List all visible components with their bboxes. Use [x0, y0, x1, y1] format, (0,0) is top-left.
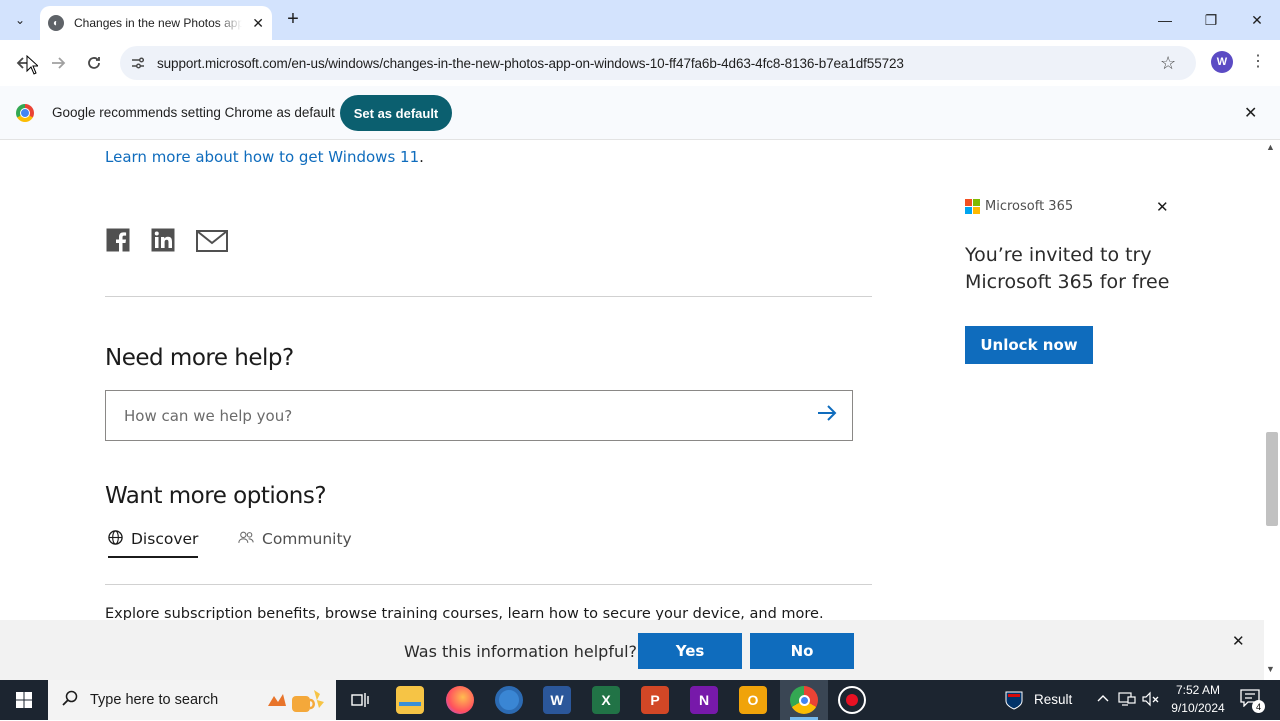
windows-start-icon[interactable]: [0, 680, 48, 720]
feedback-question: Was this information helpful?: [404, 642, 638, 661]
page-scrollbar[interactable]: [1264, 140, 1280, 680]
tab-favicon-icon: ◐: [48, 15, 64, 31]
email-icon[interactable]: [196, 230, 228, 256]
facebook-icon[interactable]: [106, 228, 130, 256]
default-browser-infobar: Google recommends setting Chrome as defa…: [0, 86, 1280, 140]
learn-more-paragraph: Learn more about how to get Windows 11.: [105, 148, 424, 166]
firefox-icon[interactable]: [446, 686, 474, 714]
infobar-close-icon[interactable]: ✕: [1244, 103, 1257, 123]
tab-discover-label: Discover: [131, 530, 199, 548]
taskbar-search-box[interactable]: Type here to search: [48, 680, 336, 720]
globe-icon: [108, 530, 123, 549]
tab-community-label: Community: [262, 530, 352, 548]
tab-title: Changes in the new Photos app: [74, 16, 242, 30]
feedback-no-button[interactable]: No: [750, 633, 854, 669]
set-as-default-button[interactable]: Set as default: [340, 95, 452, 131]
tab-community[interactable]: Community: [238, 530, 352, 549]
onenote-icon[interactable]: N: [690, 686, 718, 714]
windows-taskbar: Type here to search W X P N O Result 7:5…: [0, 680, 1280, 720]
unlock-now-button[interactable]: Unlock now: [965, 326, 1093, 364]
clock-date[interactable]: 9/10/2024: [1164, 701, 1232, 715]
nfl-shield-icon[interactable]: [1004, 690, 1024, 710]
scrollbar-thumb[interactable]: [1266, 432, 1278, 526]
tab-discover[interactable]: Discover: [108, 530, 199, 558]
browser-title-bar: ⌄ ◐ Changes in the new Photos app ✕ + — …: [0, 0, 1280, 40]
scroll-down-arrow-icon[interactable]: ▼: [1266, 664, 1275, 674]
help-search-input[interactable]: How can we help you?: [105, 390, 853, 441]
new-tab-icon[interactable]: +: [282, 8, 304, 30]
reload-icon[interactable]: [80, 49, 108, 77]
help-search-placeholder: How can we help you?: [124, 406, 293, 425]
infobar-message: Google recommends setting Chrome as defa…: [52, 105, 335, 120]
forward-icon[interactable]: [44, 49, 72, 77]
excel-icon[interactable]: X: [592, 686, 620, 714]
tab-close-icon[interactable]: ✕: [252, 15, 264, 32]
taskbar-search-placeholder: Type here to search: [90, 692, 219, 708]
chrome-icon[interactable]: [790, 686, 818, 714]
browser-toolbar: support.microsoft.com/en-us/windows/chan…: [0, 40, 1280, 86]
notification-count-badge: 4: [1252, 700, 1265, 713]
search-highlight-autumn-icon: [262, 684, 330, 716]
feedback-bar: Was this information helpful? Yes No ✕: [0, 620, 1264, 680]
chrome-logo-icon: [16, 104, 34, 122]
minimize-icon[interactable]: —: [1142, 6, 1188, 34]
linkedin-icon[interactable]: [151, 228, 175, 256]
outlook-icon[interactable]: O: [739, 686, 767, 714]
search-icon: [62, 690, 78, 711]
url-text: support.microsoft.com/en-us/windows/chan…: [157, 55, 904, 71]
task-view-icon[interactable]: [346, 686, 374, 714]
screen-recorder-icon[interactable]: [838, 686, 866, 714]
feedback-yes-button[interactable]: Yes: [638, 633, 742, 669]
mouse-cursor-icon: [26, 54, 40, 80]
divider: [105, 584, 872, 585]
window-close-icon[interactable]: ✕: [1234, 6, 1280, 34]
ad-brand: Microsoft 365: [985, 199, 1074, 214]
menu-icon[interactable]: ⋮: [1248, 51, 1268, 73]
word-icon[interactable]: W: [543, 686, 571, 714]
microsoft-logo-icon: [965, 199, 980, 214]
ad-close-icon[interactable]: ✕: [1156, 198, 1169, 216]
show-hidden-icons-chevron-icon[interactable]: [1096, 691, 1110, 708]
learn-more-period: .: [419, 148, 424, 166]
need-help-heading: Need more help?: [105, 345, 294, 371]
scroll-up-arrow-icon[interactable]: ▲: [1266, 142, 1275, 152]
people-icon: [238, 530, 254, 549]
search-submit-arrow-icon[interactable]: [816, 402, 838, 430]
learn-more-link[interactable]: Learn more about how to get Windows 11: [105, 148, 419, 166]
feedback-close-icon[interactable]: ✕: [1232, 632, 1245, 650]
network-icon[interactable]: [1118, 691, 1136, 710]
tab-search-icon[interactable]: ⌄: [8, 8, 32, 32]
powerpoint-icon[interactable]: P: [641, 686, 669, 714]
file-explorer-icon[interactable]: [396, 686, 424, 714]
volume-muted-icon[interactable]: [1142, 691, 1160, 710]
browser-tab[interactable]: ◐ Changes in the new Photos app ✕: [40, 6, 272, 40]
address-bar[interactable]: support.microsoft.com/en-us/windows/chan…: [120, 46, 1196, 80]
maximize-icon[interactable]: ❐: [1188, 6, 1234, 34]
chromium-icon[interactable]: [495, 686, 523, 714]
clock-time[interactable]: 7:52 AM: [1164, 683, 1232, 697]
tray-result-label[interactable]: Result: [1034, 692, 1072, 707]
page-content: Learn more about how to get Windows 11. …: [0, 140, 1264, 680]
want-more-options-heading: Want more options?: [105, 483, 327, 509]
divider: [105, 296, 872, 297]
site-info-icon[interactable]: [130, 55, 146, 71]
ad-headline: You’re invited to try Microsoft 365 for …: [965, 244, 1170, 293]
profile-avatar[interactable]: W: [1211, 51, 1233, 73]
star-icon[interactable]: ☆: [1160, 53, 1176, 74]
